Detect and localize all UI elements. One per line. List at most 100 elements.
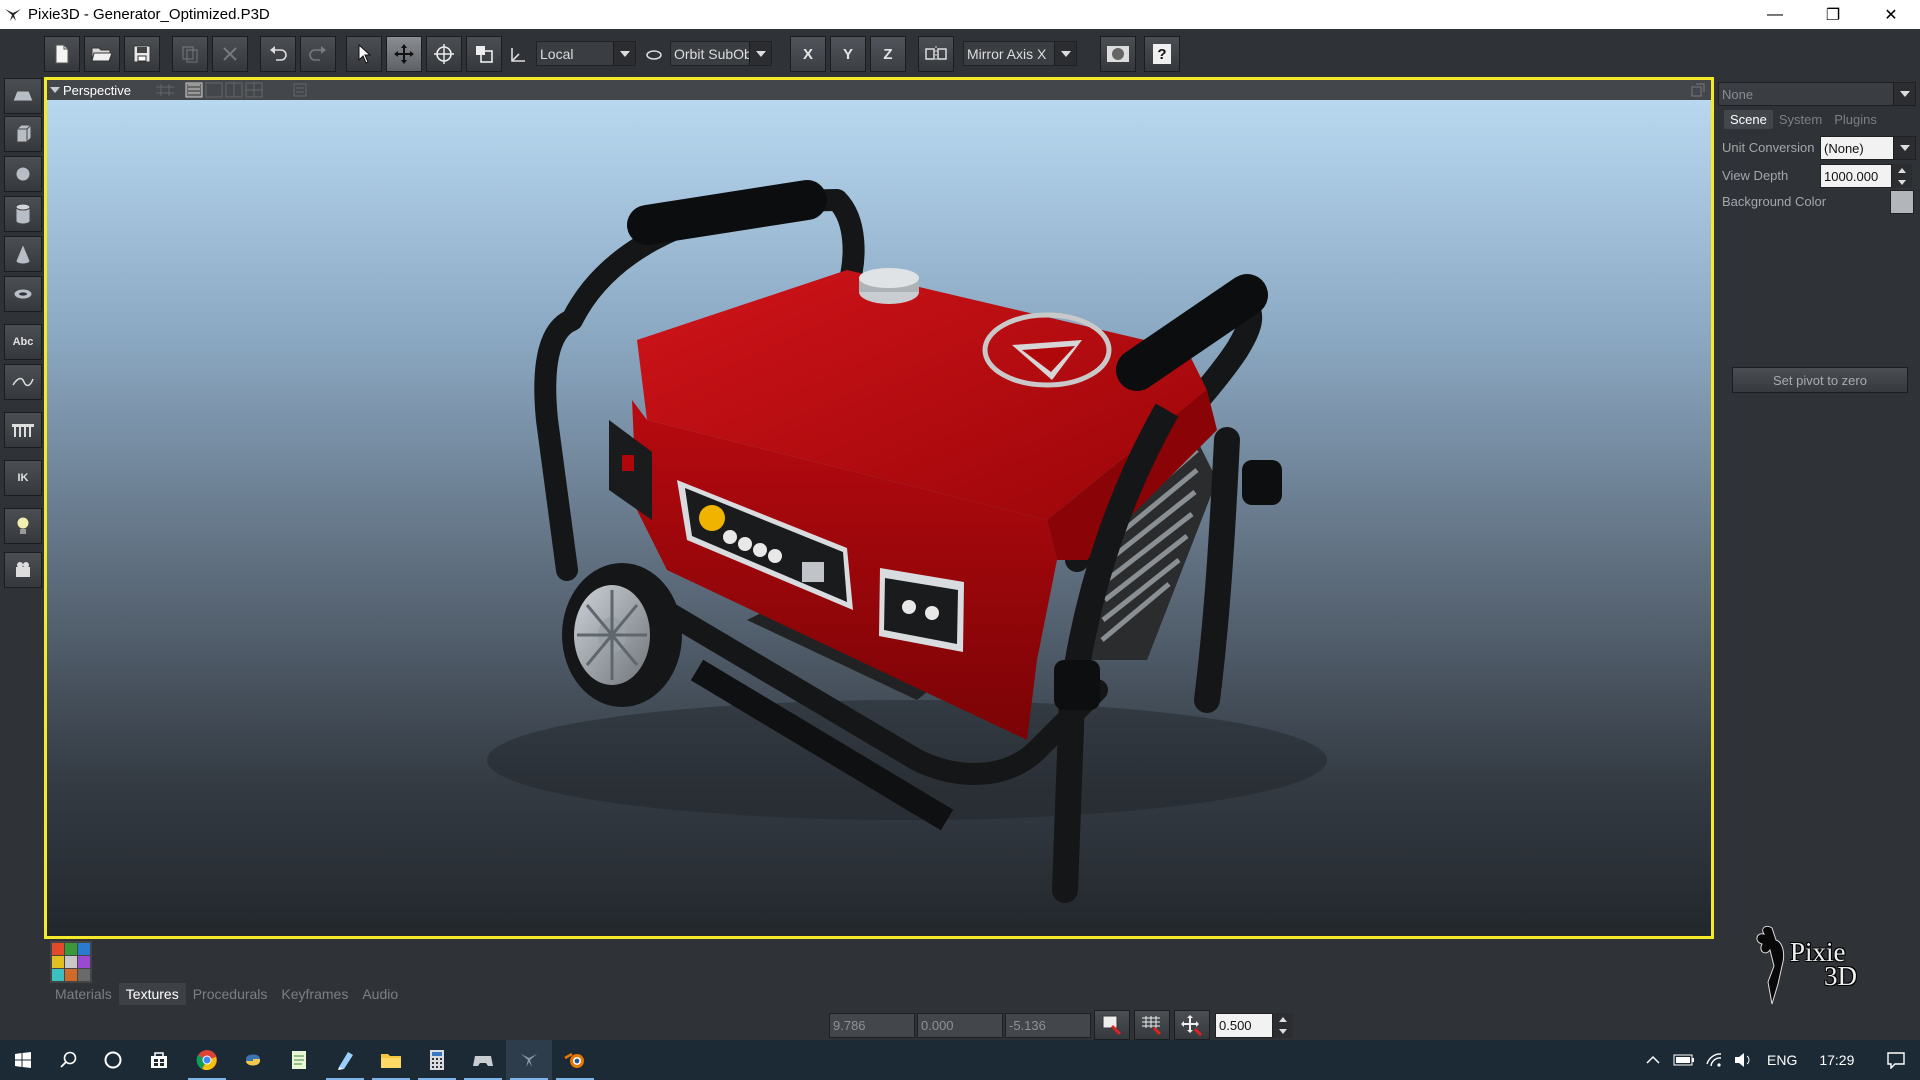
save-file-button[interactable] bbox=[124, 36, 160, 72]
background-color-swatch[interactable] bbox=[1890, 190, 1914, 214]
snap-to-object-button[interactable] bbox=[1094, 1010, 1130, 1040]
taskbar-file-explorer[interactable] bbox=[368, 1040, 414, 1080]
view-depth-spinner[interactable]: 1000.000 bbox=[1820, 164, 1912, 188]
create-plane-button[interactable] bbox=[4, 78, 42, 114]
create-cylinder-button[interactable] bbox=[4, 196, 42, 232]
unit-conversion-dropdown[interactable]: (None) bbox=[1820, 136, 1916, 160]
perspective-viewport[interactable]: Perspective bbox=[44, 77, 1714, 939]
snap-to-grid-button[interactable] bbox=[1134, 1010, 1170, 1040]
coord-z-input[interactable]: -5.136 bbox=[1005, 1013, 1091, 1038]
torus-icon bbox=[13, 288, 33, 300]
maximize-button[interactable]: ❐ bbox=[1804, 0, 1862, 29]
cone-icon bbox=[15, 243, 31, 265]
open-file-button[interactable] bbox=[84, 36, 120, 72]
redo-icon bbox=[309, 46, 326, 61]
mirror-icon bbox=[925, 46, 947, 62]
taskbar-game[interactable] bbox=[460, 1040, 506, 1080]
taskbar-pixie3d[interactable] bbox=[506, 1040, 552, 1080]
mirror-axis-dropdown[interactable]: Mirror Axis X bbox=[963, 41, 1077, 66]
undo-button[interactable] bbox=[260, 36, 296, 72]
scale-tool-button[interactable] bbox=[466, 36, 502, 72]
coord-space-dropdown[interactable]: Local bbox=[536, 41, 636, 66]
generator-model[interactable] bbox=[47, 100, 1711, 936]
texture-thumbnail-icon[interactable] bbox=[50, 941, 92, 983]
bottom-panel: Materials Textures Procedurals Keyframes… bbox=[0, 939, 1714, 1040]
single-view-icon[interactable] bbox=[185, 82, 203, 98]
axis-x-button[interactable]: X bbox=[790, 36, 826, 72]
create-cube-button[interactable] bbox=[4, 116, 42, 152]
create-spline-button[interactable] bbox=[4, 364, 42, 400]
tab-materials[interactable]: Materials bbox=[48, 983, 119, 1005]
grid-toggle-icon[interactable] bbox=[155, 83, 175, 97]
tab-system[interactable]: System bbox=[1773, 110, 1828, 129]
quad-view-icon[interactable] bbox=[245, 82, 263, 98]
orbit-mode-dropdown[interactable]: Orbit SubOb bbox=[670, 41, 772, 66]
create-bones-button[interactable] bbox=[4, 412, 42, 448]
chevron-up-icon[interactable] bbox=[1645, 1055, 1661, 1065]
render-button[interactable] bbox=[1100, 36, 1136, 72]
create-text-button[interactable]: Abc bbox=[4, 324, 42, 360]
clock[interactable]: 17:29 bbox=[1819, 1052, 1854, 1068]
tab-keyframes[interactable]: Keyframes bbox=[274, 983, 355, 1005]
wifi-icon[interactable] bbox=[1705, 1052, 1725, 1068]
close-button[interactable]: ✕ bbox=[1862, 0, 1920, 29]
coord-y-input[interactable]: 0.000 bbox=[917, 1013, 1003, 1038]
axis-z-button[interactable]: Z bbox=[870, 36, 906, 72]
view-depth-input[interactable]: 1000.000 bbox=[1820, 164, 1892, 188]
create-cone-button[interactable] bbox=[4, 236, 42, 272]
language-indicator[interactable]: ENG bbox=[1767, 1052, 1797, 1068]
rotate-tool-button[interactable] bbox=[426, 36, 462, 72]
tab-plugins[interactable]: Plugins bbox=[1828, 110, 1883, 129]
minimize-button[interactable]: — bbox=[1746, 0, 1804, 29]
split-view-icon[interactable] bbox=[205, 82, 223, 98]
copy-button[interactable] bbox=[172, 36, 208, 72]
create-light-button[interactable] bbox=[4, 508, 42, 544]
move-tool-button[interactable] bbox=[386, 36, 422, 72]
taskbar-notepad[interactable] bbox=[276, 1040, 322, 1080]
create-camera-button[interactable] bbox=[4, 552, 42, 588]
delete-button[interactable] bbox=[212, 36, 248, 72]
taskbar-chrome[interactable] bbox=[184, 1040, 230, 1080]
light-bulb-icon bbox=[16, 516, 30, 534]
taskbar-python[interactable] bbox=[230, 1040, 276, 1080]
object-select-dropdown[interactable]: None bbox=[1718, 82, 1916, 106]
axis-y-button[interactable]: Y bbox=[830, 36, 866, 72]
volume-icon[interactable] bbox=[1733, 1052, 1753, 1068]
battery-icon[interactable] bbox=[1673, 1054, 1695, 1066]
tab-audio[interactable]: Audio bbox=[355, 983, 405, 1005]
set-pivot-zero-button[interactable]: Set pivot to zero bbox=[1732, 367, 1908, 393]
viewport-options-icon[interactable] bbox=[293, 83, 307, 97]
start-button[interactable] bbox=[0, 1040, 46, 1080]
calculator-icon bbox=[430, 1050, 444, 1070]
spinner-arrows-icon[interactable] bbox=[1892, 164, 1912, 188]
redo-button[interactable] bbox=[300, 36, 336, 72]
viewport-menu-icon[interactable] bbox=[50, 87, 60, 93]
create-torus-button[interactable] bbox=[4, 276, 42, 312]
maximize-viewport-icon[interactable] bbox=[1691, 83, 1705, 97]
snap-move-button[interactable] bbox=[1174, 1010, 1210, 1040]
create-sphere-button[interactable] bbox=[4, 156, 42, 192]
help-button[interactable]: ? bbox=[1144, 36, 1180, 72]
cortana-button[interactable] bbox=[90, 1040, 136, 1080]
taskbar-store[interactable] bbox=[136, 1040, 182, 1080]
new-file-button[interactable] bbox=[44, 36, 80, 72]
tab-procedurals[interactable]: Procedurals bbox=[186, 983, 275, 1005]
notification-icon[interactable] bbox=[1886, 1051, 1906, 1069]
mirror-button[interactable] bbox=[918, 36, 954, 72]
search-button[interactable] bbox=[46, 1040, 92, 1080]
spinner-arrows-icon[interactable] bbox=[1273, 1013, 1293, 1038]
tab-scene[interactable]: Scene bbox=[1724, 110, 1773, 129]
coord-x-input[interactable]: 9.786 bbox=[829, 1013, 915, 1038]
select-tool-button[interactable] bbox=[346, 36, 382, 72]
taskbar-editor[interactable] bbox=[322, 1040, 368, 1080]
save-disk-icon bbox=[133, 45, 151, 63]
dual-view-icon[interactable] bbox=[225, 82, 243, 98]
tab-textures[interactable]: Textures bbox=[118, 983, 186, 1005]
taskbar-calculator[interactable] bbox=[414, 1040, 460, 1080]
snap-step-input[interactable]: 0.500 bbox=[1215, 1013, 1273, 1038]
plane-icon bbox=[12, 90, 34, 102]
taskbar-blender[interactable] bbox=[552, 1040, 598, 1080]
new-file-icon bbox=[55, 44, 69, 64]
ik-button[interactable]: IK bbox=[4, 460, 42, 496]
orbit-icon bbox=[644, 45, 664, 65]
